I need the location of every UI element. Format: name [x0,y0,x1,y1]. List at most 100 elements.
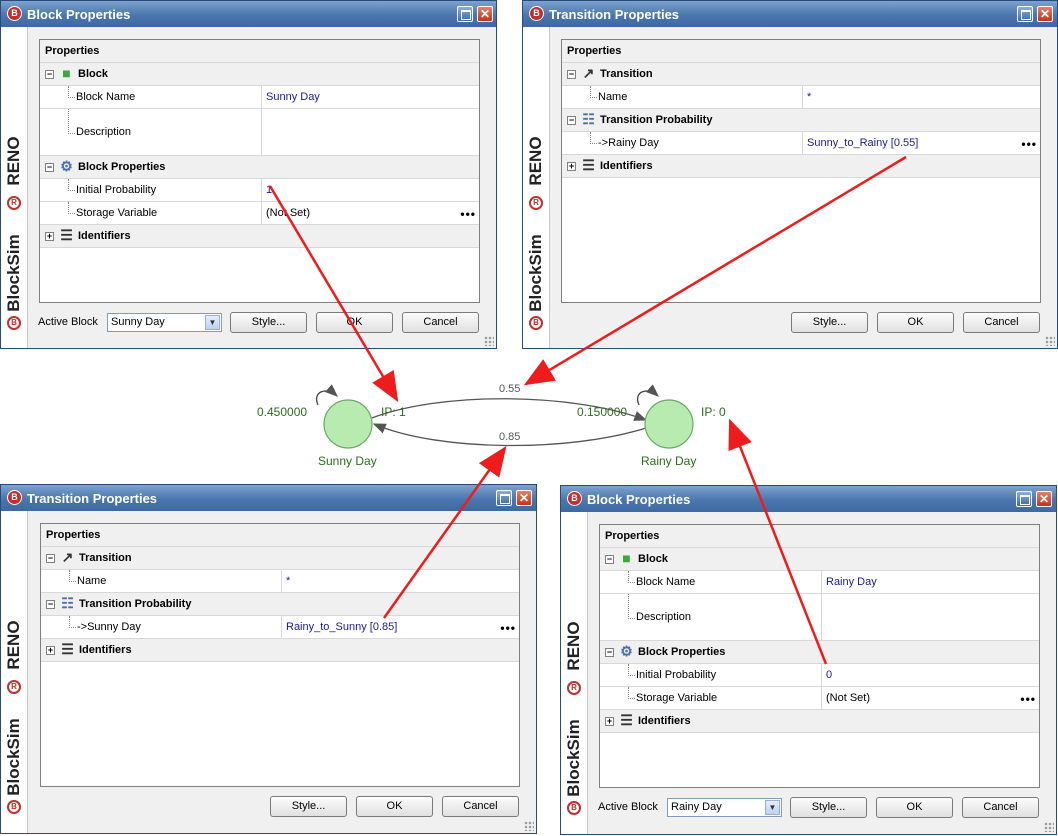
ellipsis-button[interactable]: ••• [1020,692,1036,706]
row-block-name[interactable]: Block Name Rainy Day [600,571,1039,594]
category-block-properties[interactable]: − ⚙ Block Properties [600,641,1039,664]
cancel-button[interactable]: Cancel [963,312,1040,333]
ellipsis-button[interactable]: ••• [500,621,516,635]
block-name-value[interactable]: Rainy Day [821,571,1039,593]
title-bar[interactable]: B Block Properties ✕ [1,1,496,27]
title-bar[interactable]: B Transition Properties ✕ [523,1,1057,27]
collapse-icon[interactable]: − [605,555,614,564]
description-value[interactable] [821,594,1039,640]
row-initial-probability[interactable]: Initial Probability 0 [600,664,1039,687]
category-identifiers[interactable]: + ☰ Identifiers [40,225,479,248]
row-description[interactable]: Description [40,109,479,156]
ellipsis-button[interactable]: ••• [460,207,476,221]
row-storage-variable[interactable]: Storage Variable (Not Set) ••• [600,687,1039,710]
expand-icon[interactable]: + [46,646,55,655]
collapse-icon[interactable]: − [45,70,54,79]
cancel-button[interactable]: Cancel [962,797,1039,818]
resize-grip[interactable] [484,336,494,346]
property-grid: Properties − ↗ Transition Name * − ☷ Tra… [40,523,520,787]
resize-grip[interactable] [1044,822,1054,832]
state-sunny-day[interactable] [323,399,373,449]
style-button[interactable]: Style... [230,312,307,333]
chevron-down-icon[interactable]: ▼ [205,315,220,330]
sunny-day-probability: 0.450000 [257,405,307,419]
window-title: Block Properties [27,7,131,22]
style-button[interactable]: Style... [790,797,867,818]
title-bar[interactable]: B Block Properties ✕ [561,486,1056,512]
expand-icon[interactable]: + [605,717,614,726]
collapse-icon[interactable]: − [605,648,614,657]
rainy-self-loop [636,384,659,406]
edge-sunny-to-rainy-label: 0.55 [499,383,520,395]
collapse-icon[interactable]: − [45,163,54,172]
ok-button[interactable]: OK [877,312,954,333]
collapse-icon[interactable]: − [567,70,576,79]
row-name[interactable]: Name * [41,570,519,593]
transition-arrow-icon: ↗ [61,549,74,565]
category-transition-probability[interactable]: − ☷ Transition Probability [41,593,519,616]
expand-icon[interactable]: + [567,162,576,171]
row-block-name[interactable]: Block Name Sunny Day [40,86,479,109]
category-identifiers[interactable]: + ☰ Identifiers [41,639,519,662]
storage-variable-value[interactable]: (Not Set) [261,202,479,224]
gear-clock-icon: ⚙ [60,158,73,174]
row-name[interactable]: Name * [562,86,1040,109]
collapse-icon[interactable]: − [567,116,576,125]
name-value[interactable]: * [281,570,519,592]
style-button[interactable]: Style... [791,312,868,333]
collapse-icon[interactable]: − [46,600,55,609]
category-transition[interactable]: − ↗ Transition [562,63,1040,86]
grid-header: Properties [41,524,519,547]
chevron-down-icon[interactable]: ▼ [765,800,780,815]
close-button[interactable]: ✕ [516,490,532,506]
maximize-button[interactable] [457,6,473,22]
cancel-button[interactable]: Cancel [442,796,519,817]
ok-button[interactable]: OK [876,797,953,818]
block-name-value[interactable]: Sunny Day [261,86,479,108]
category-transition[interactable]: − ↗ Transition [41,547,519,570]
category-identifiers[interactable]: + ☰ Identifiers [600,710,1039,733]
close-button[interactable]: ✕ [1036,491,1052,507]
probability-list-icon: ☷ [61,595,74,611]
row-storage-variable[interactable]: Storage Variable (Not Set) ••• [40,202,479,225]
collapse-icon[interactable]: − [46,554,55,563]
row-target-probability[interactable]: ->Sunny Day Rainy_to_Sunny [0.85] ••• [41,616,519,639]
list-icon: ☰ [620,712,633,728]
category-identifiers[interactable]: + ☰ Identifiers [562,155,1040,178]
tree-line [590,132,597,144]
maximize-button[interactable] [1017,6,1033,22]
row-target-probability[interactable]: ->Rainy Day Sunny_to_Rainy [0.55] ••• [562,132,1040,155]
row-initial-probability[interactable]: Initial Probability 1 [40,179,479,202]
category-block[interactable]: − ■ Block [600,548,1039,571]
active-block-select[interactable]: Rainy Day ▼ [667,798,782,817]
category-block-properties[interactable]: − ⚙ Block Properties [40,156,479,179]
tree-line [69,616,76,628]
resize-grip[interactable] [1045,336,1055,346]
description-value[interactable] [261,109,479,155]
storage-variable-value[interactable]: (Not Set) [821,687,1039,709]
maximize-button[interactable] [1016,491,1032,507]
state-rainy-day[interactable] [644,399,694,449]
ellipsis-button[interactable]: ••• [1021,137,1037,151]
style-button[interactable]: Style... [270,796,347,817]
active-block-select[interactable]: Sunny Day ▼ [107,313,222,332]
blocksim-logo-icon: B [529,316,543,330]
close-button[interactable]: ✕ [477,6,493,22]
title-bar[interactable]: B Transition Properties ✕ [1,485,536,511]
cancel-button[interactable]: Cancel [402,312,479,333]
expand-icon[interactable]: + [45,232,54,241]
ok-button[interactable]: OK [356,796,433,817]
close-button[interactable]: ✕ [1037,6,1053,22]
category-transition-probability[interactable]: − ☷ Transition Probability [562,109,1040,132]
rainy-day-initial-probability: IP: 0 [701,405,726,419]
ok-button[interactable]: OK [316,312,393,333]
maximize-button[interactable] [496,490,512,506]
category-block[interactable]: − ■ Block [40,63,479,86]
resize-grip[interactable] [524,821,534,831]
target-probability-value[interactable]: Rainy_to_Sunny [0.85] [281,616,519,638]
name-value[interactable]: * [802,86,1040,108]
target-probability-value[interactable]: Sunny_to_Rainy [0.55] [802,132,1040,154]
initial-probability-value[interactable]: 0 [821,664,1039,686]
row-description[interactable]: Description [600,594,1039,641]
initial-probability-value[interactable]: 1 [261,179,479,201]
